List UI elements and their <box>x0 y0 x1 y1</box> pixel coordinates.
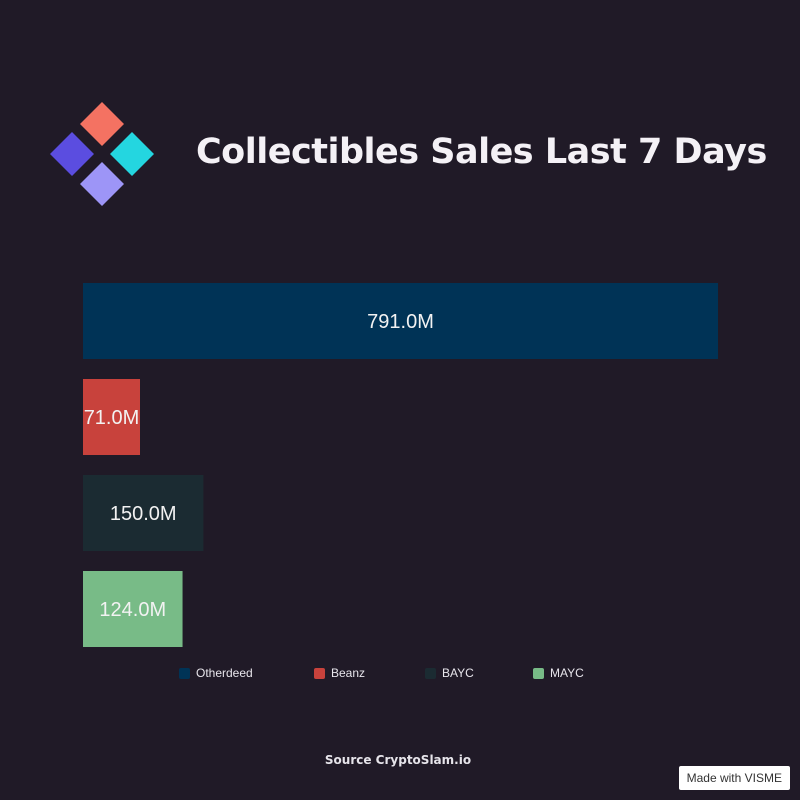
bar-chart: 791.0M 71.0M 150.0M 124.0M <box>83 283 718 647</box>
legend-swatch <box>425 667 436 679</box>
legend-item-beanz[interactable]: Beanz <box>314 666 365 680</box>
bar-value-label: 791.0M <box>367 311 434 333</box>
source-note: Source CryptoSlam.io <box>324 753 472 767</box>
legend-item-bayc[interactable]: BAYC <box>425 666 474 680</box>
legend-label: Otherdeed <box>196 666 253 680</box>
legend-label: MAYC <box>550 666 584 680</box>
legend-item-otherdeed[interactable]: Otherdeed <box>179 666 253 680</box>
legend-label: BAYC <box>442 666 474 680</box>
bar-value-label: 150.0M <box>110 503 177 525</box>
legend-swatch <box>179 667 190 679</box>
legend-swatch <box>314 667 325 679</box>
bar-value-label: 124.0M <box>99 599 166 621</box>
legend-item-mayc[interactable]: MAYC <box>533 666 584 680</box>
chart-legend: Otherdeed Beanz BAYC MAYC <box>0 666 800 684</box>
legend-label: Beanz <box>331 666 366 680</box>
legend-swatch <box>533 667 544 679</box>
bar-value-label: 71.0M <box>84 407 140 429</box>
made-with-visme-badge[interactable]: Made with VISME <box>678 766 790 790</box>
